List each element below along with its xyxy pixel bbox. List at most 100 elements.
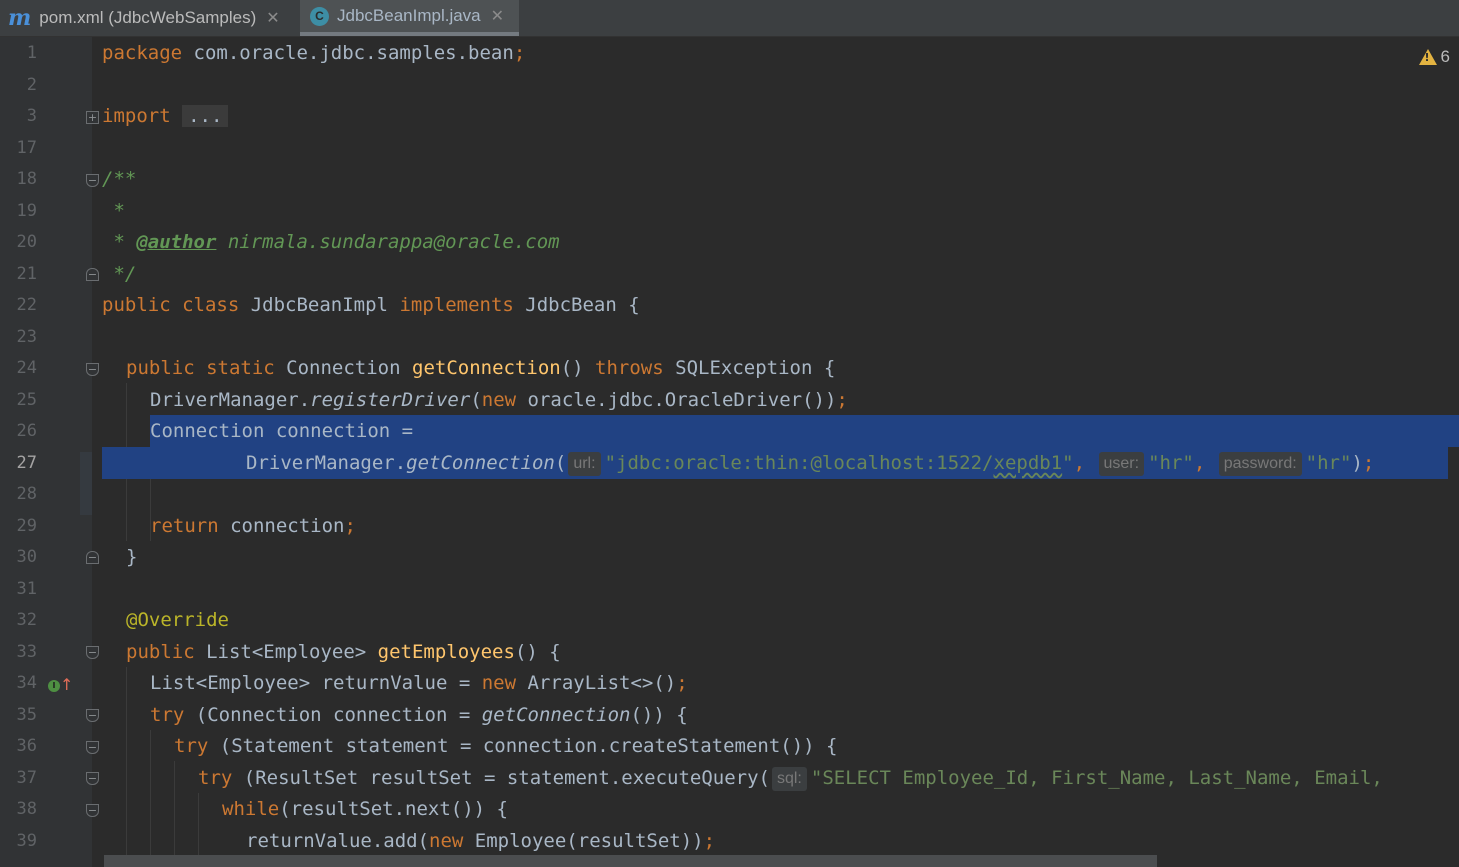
comma: , <box>1073 452 1086 474</box>
code-line[interactable]: DriverManager.registerDriver(new oracle.… <box>150 385 848 416</box>
type: List<Employee> <box>194 641 378 663</box>
keyword: public static <box>126 357 275 379</box>
line-number-gutter[interactable]: 1 2 3 17 18 19 20 21 22 23 24 25 26 27 2… <box>0 37 99 867</box>
code-line[interactable]: public List<Employee> getEmployees() { <box>126 637 561 668</box>
code-line[interactable]: try (Connection connection = getConnecti… <box>150 700 688 731</box>
paren: ) <box>1351 452 1363 474</box>
comma: , <box>1193 452 1206 474</box>
maven-icon: m <box>8 5 32 31</box>
type: Connection <box>274 357 412 379</box>
code-line[interactable]: */ <box>102 259 136 290</box>
static-method: registerDriver <box>310 389 471 411</box>
code-line[interactable]: Connection connection = <box>150 416 413 447</box>
line-number: 30 <box>16 547 37 567</box>
parameter-hint: password: <box>1218 452 1302 476</box>
code-line[interactable]: @Override <box>126 605 229 636</box>
code-line[interactable]: DriverManager.getConnection(url: "jdbc:or… <box>246 448 1374 479</box>
code-text: SQLException { <box>663 357 836 379</box>
line-number: 1 <box>26 43 37 63</box>
line-number: 31 <box>16 579 37 599</box>
paren: ( <box>554 452 567 474</box>
doc-comment: * <box>102 231 137 253</box>
semicolon: ; <box>676 672 688 694</box>
close-icon[interactable]: ✕ <box>266 8 279 28</box>
code-line[interactable]: try (ResultSet resultSet = statement.exe… <box>198 763 1383 794</box>
indent-guide <box>126 667 127 867</box>
typo-string[interactable]: xepdb1 <box>994 452 1063 474</box>
code-text: (ResultSet resultSet = statement.execute… <box>232 767 770 789</box>
class-name: JdbcBeanImpl <box>239 294 400 316</box>
paren: ( <box>470 389 482 411</box>
semicolon: ; <box>344 515 356 537</box>
code-text: Employee(resultSet)) <box>463 830 704 852</box>
tab-label: JdbcBeanImpl.java <box>337 6 481 25</box>
horizontal-scrollbar[interactable] <box>104 855 1157 867</box>
tab-jdbcbeanimpl-java[interactable]: C JdbcBeanImpl.java ✕ <box>300 0 519 36</box>
line-number: 29 <box>16 516 37 536</box>
java-class-icon: C <box>310 6 329 26</box>
code-text: oracle.jdbc.OracleDriver()) <box>516 389 837 411</box>
code-line[interactable]: import ... <box>102 101 229 132</box>
line-number: 39 <box>16 831 37 851</box>
code-editor[interactable]: package com.oracle.jdbc.samples.bean; im… <box>92 37 1459 867</box>
line-number: 36 <box>16 736 37 756</box>
keyword: new <box>429 830 464 852</box>
static-method: getConnection <box>481 704 631 726</box>
code-line[interactable]: /** <box>102 164 136 195</box>
string-literal: "jdbc:oracle:thin:@localhost:1522/ <box>604 452 994 474</box>
folded-imports[interactable]: ... <box>182 105 229 127</box>
editor-tab-bar: m pom.xml (JdbcWebSamples) ✕ C JdbcBeanI… <box>0 0 1459 37</box>
keyword: package <box>102 42 183 64</box>
warning-icon <box>1418 49 1437 65</box>
line-number: 19 <box>16 201 37 221</box>
line-number: 37 <box>16 768 37 788</box>
line-number: 3 <box>26 106 37 126</box>
code-text: connection <box>218 515 345 537</box>
semicolon: ; <box>836 389 848 411</box>
line-number: 27 <box>16 453 37 473</box>
line-number: 32 <box>16 610 37 630</box>
code-line[interactable]: returnValue.add(new Employee(resultSet))… <box>246 826 715 857</box>
warning-count: 6 <box>1440 47 1450 66</box>
gutter-selection-marker <box>80 452 92 515</box>
keyword: public class <box>102 294 240 316</box>
code-line[interactable]: try (Statement statement = connection.cr… <box>174 731 837 762</box>
implements-method-icon[interactable]: I <box>48 680 60 692</box>
tab-pom-xml[interactable]: m pom.xml (JdbcWebSamples) ✕ <box>0 0 300 36</box>
line-number: 18 <box>16 169 37 189</box>
code-line[interactable]: List<Employee> returnValue = new ArrayLi… <box>150 668 688 699</box>
keyword: try <box>198 767 233 789</box>
code-text: (Statement statement = connection.create… <box>208 735 838 757</box>
code-line[interactable]: } <box>126 542 137 573</box>
line-number: 26 <box>16 421 37 441</box>
parameter-hint: url: <box>568 452 601 476</box>
semicolon: ; <box>1362 452 1375 474</box>
code-line[interactable]: * @author nirmala.sundarappa@oracle.com <box>102 227 559 258</box>
string-literal: "SELECT Employee_Id, First_Name, Last_Na… <box>810 767 1383 789</box>
code-line[interactable]: while(resultSet.next()) { <box>222 794 508 825</box>
code-line[interactable]: package com.oracle.jdbc.samples.bean; <box>102 38 525 69</box>
close-icon[interactable]: ✕ <box>491 6 504 26</box>
semicolon: ; <box>703 830 716 852</box>
indent-guide <box>150 730 151 867</box>
method-name: getEmployees <box>377 641 515 663</box>
static-method: getConnection <box>406 452 555 474</box>
semicolon: ; <box>513 42 526 64</box>
code-line[interactable]: public class JdbcBeanImpl implements Jdb… <box>102 290 640 321</box>
tab-label: pom.xml (JdbcWebSamples) <box>39 8 257 27</box>
code-line[interactable]: return connection; <box>150 511 356 542</box>
code-line[interactable]: public static Connection getConnection()… <box>126 353 835 384</box>
line-number: 22 <box>16 295 37 315</box>
line-number: 17 <box>16 138 37 158</box>
parameter-hint: user: <box>1098 452 1145 476</box>
line-number: 23 <box>16 327 37 347</box>
keyword: implements <box>399 294 514 316</box>
keyword: new <box>481 389 517 411</box>
keyword: throws <box>595 357 664 379</box>
code-line[interactable]: * <box>102 196 124 227</box>
inspection-widget[interactable]: 6 <box>1418 47 1450 67</box>
keyword: try <box>150 704 185 726</box>
navigate-up-arrow-icon[interactable]: ↑ <box>60 675 73 694</box>
line-number: 25 <box>16 390 37 410</box>
doc-tag: @author <box>136 231 217 253</box>
